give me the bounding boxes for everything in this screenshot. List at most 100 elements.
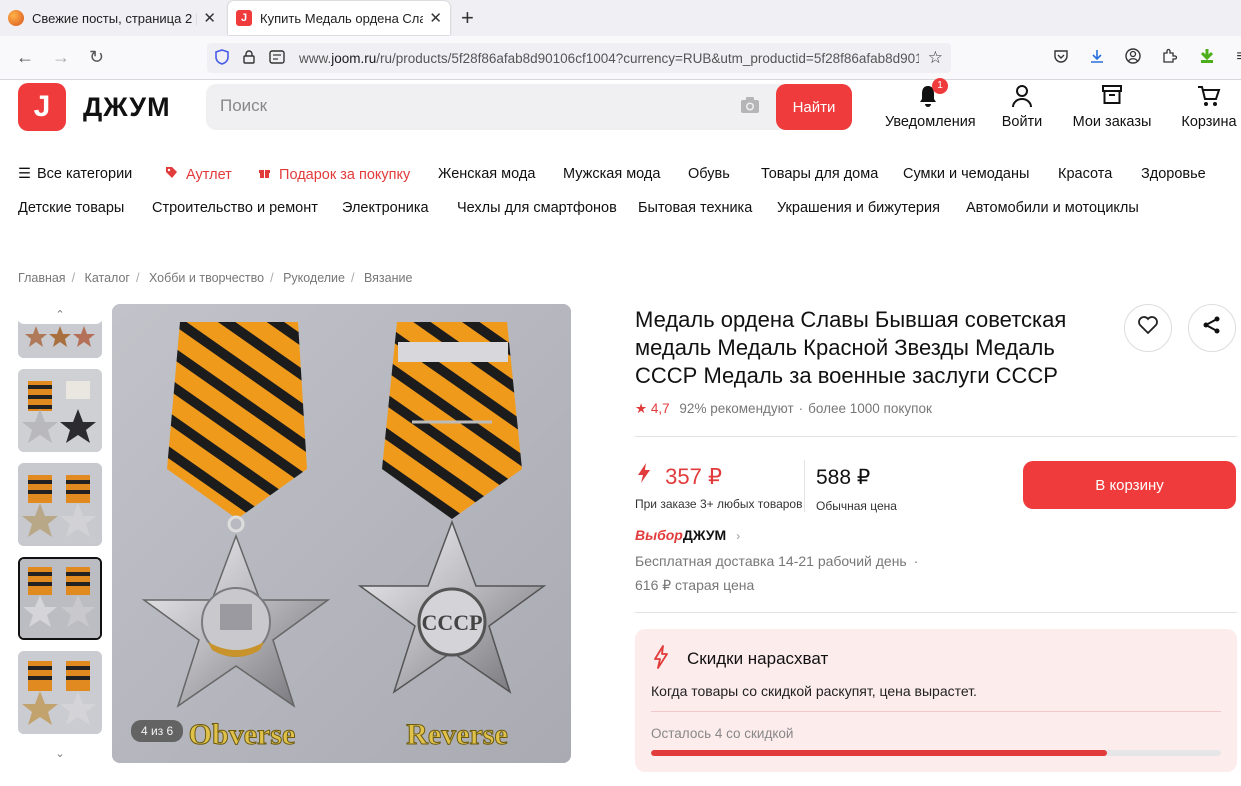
user-icon <box>1000 84 1044 112</box>
recommend-text: 92% рекомендуют <box>679 401 794 416</box>
price-separator <box>804 460 805 512</box>
divider <box>635 612 1237 613</box>
joom-icon: J <box>236 10 252 26</box>
category-link[interactable]: Сумки и чемоданы <box>903 166 1029 182</box>
category-link[interactable]: Мужская мода <box>563 166 660 182</box>
menu-icon[interactable]: ≡ <box>1232 48 1241 66</box>
old-price-info: 616 ₽ старая цена <box>635 577 755 593</box>
star-icon: ★ <box>635 401 648 416</box>
browser-tab-pikabu[interactable]: Свежие посты, страница 2 | Па ✕ <box>0 0 224 36</box>
all-categories-button[interactable]: ☰ Все категории <box>18 166 132 182</box>
category-link[interactable]: Обувь <box>688 166 730 182</box>
gallery-thumbnail[interactable] <box>18 369 102 452</box>
heart-icon <box>1138 316 1158 340</box>
back-icon[interactable]: ← <box>16 47 34 68</box>
bell-icon: 1 <box>885 78 971 112</box>
download-icon[interactable] <box>1088 48 1106 66</box>
category-link[interactable]: Товары для дома <box>761 166 878 182</box>
breadcrumb-item[interactable]: Вязание <box>364 271 413 285</box>
product-title: Медаль ордена Славы Бывшая советская мед… <box>635 307 1067 388</box>
rating-value[interactable]: 4,7 <box>651 401 670 416</box>
download-helper-icon[interactable] <box>1198 48 1216 66</box>
add-to-cart-button[interactable]: В корзину <box>1023 461 1236 509</box>
category-link[interactable]: Электроника <box>342 200 429 216</box>
joom-logo-mark[interactable]: J <box>18 83 66 131</box>
cart-icon <box>1180 84 1238 112</box>
obverse-label: Obverse <box>189 718 296 751</box>
category-link[interactable]: Чехлы для смартфонов <box>457 200 617 216</box>
thumbnail-scroll-down-icon[interactable]: ⌄ <box>18 745 102 763</box>
discount-price: 357 ₽ <box>637 462 722 490</box>
shield-icon[interactable] <box>215 48 229 68</box>
reload-icon[interactable]: ↻ <box>89 47 104 68</box>
promo-progress-bar <box>651 750 1221 756</box>
lock-icon[interactable] <box>243 49 255 67</box>
category-link[interactable]: Здоровье <box>1141 166 1206 182</box>
cart-label: Корзина <box>1181 114 1237 130</box>
browser-nav-bar: ← → ↻ www.joom.ru/ru/products/5f28f86afa… <box>0 36 1241 80</box>
regular-price-note: Обычная цена <box>816 499 897 513</box>
account-icon[interactable] <box>1124 48 1142 66</box>
gallery-thumbnail[interactable] <box>18 651 102 734</box>
gift-link[interactable]: Подарок за покупку <box>258 166 410 183</box>
category-link[interactable]: Красота <box>1058 166 1112 182</box>
reverse-label: Reverse <box>406 718 508 751</box>
product-main-image[interactable]: СССР Obverse Reverse <box>112 304 571 763</box>
category-link[interactable]: Детские товары <box>18 200 124 216</box>
bookmark-star-icon[interactable]: ☆ <box>928 48 943 68</box>
promo-description: Когда товары со скидкой раскупят, цена в… <box>651 683 977 699</box>
share-button[interactable] <box>1188 304 1236 352</box>
tab-title: Купить Медаль ордена Славы <box>260 10 424 26</box>
login-button[interactable]: Войти <box>1000 84 1044 130</box>
extensions-icon[interactable] <box>1160 48 1178 66</box>
close-tab-icon[interactable]: ✕ <box>203 9 216 27</box>
breadcrumb-item[interactable]: Главная <box>18 271 66 285</box>
hot-deal-panel: Скидки нарасхват Когда товары со скидкой… <box>635 629 1237 772</box>
category-link[interactable]: Строительство и ремонт <box>152 200 318 216</box>
address-bar[interactable]: www.joom.ru/ru/products/5f28f86afab8d901… <box>207 43 951 73</box>
gift-icon <box>258 167 275 183</box>
camera-search-icon[interactable] <box>740 96 760 119</box>
category-link[interactable]: Бытовая техника <box>638 200 752 216</box>
promo-divider <box>651 711 1221 712</box>
joom-choice-badge[interactable]: ВыборДЖУМ › <box>635 527 740 543</box>
browser-tab-bar: Свежие посты, страница 2 | Па ✕ J Купить… <box>0 0 1241 36</box>
gallery-thumbnail-selected[interactable] <box>18 557 102 640</box>
favorite-button[interactable] <box>1124 304 1172 352</box>
browser-tab-joom[interactable]: J Купить Медаль ордена Славы ✕ <box>228 1 450 35</box>
notifications-label: Уведомления <box>885 114 976 130</box>
category-link[interactable]: Украшения и бижутерия <box>777 200 940 216</box>
search-input[interactable] <box>220 96 720 116</box>
promo-title: Скидки нарасхват <box>687 649 829 668</box>
regular-price: 588 ₽ <box>816 466 871 489</box>
pikabu-icon <box>8 10 24 26</box>
gallery-thumbnail[interactable] <box>18 463 102 546</box>
share-icon <box>1202 315 1222 341</box>
outlet-link[interactable]: Аутлет <box>165 166 232 183</box>
category-link[interactable]: Автомобили и мотоциклы <box>966 200 1139 216</box>
breadcrumb-item[interactable]: Рукоделие <box>283 271 345 285</box>
medal-cccp-text: СССР <box>421 610 482 635</box>
search-box: Найти <box>206 84 852 130</box>
promo-progress-fill <box>651 750 1107 756</box>
orders-button[interactable]: Мои заказы <box>1072 84 1152 130</box>
search-button[interactable]: Найти <box>776 84 852 130</box>
close-tab-icon[interactable]: ✕ <box>429 9 442 27</box>
breadcrumb-item[interactable]: Каталог <box>85 271 130 285</box>
breadcrumb-item[interactable]: Хобби и творчество <box>149 271 264 285</box>
divider <box>635 436 1237 437</box>
page-info-icon[interactable] <box>269 49 285 67</box>
joom-logo-text[interactable]: ДЖУМ <box>83 92 171 123</box>
category-link[interactable]: Женская мода <box>438 166 535 182</box>
cart-button[interactable]: Корзина <box>1180 84 1238 130</box>
notifications-button[interactable]: 1 Уведомления <box>885 78 976 130</box>
lightning-icon <box>653 645 669 675</box>
login-label: Войти <box>1001 114 1043 130</box>
thumbnail-scroll-up-icon[interactable]: ⌃ <box>18 306 102 324</box>
tab-title: Свежие посты, страница 2 | Па <box>32 10 197 26</box>
delivery-info: Бесплатная доставка 14-21 рабочий день · <box>635 553 919 569</box>
gallery-thumbnail[interactable] <box>18 318 102 358</box>
forward-icon[interactable]: → <box>52 47 70 68</box>
pocket-icon[interactable] <box>1052 48 1070 66</box>
new-tab-icon[interactable]: + <box>461 5 474 31</box>
